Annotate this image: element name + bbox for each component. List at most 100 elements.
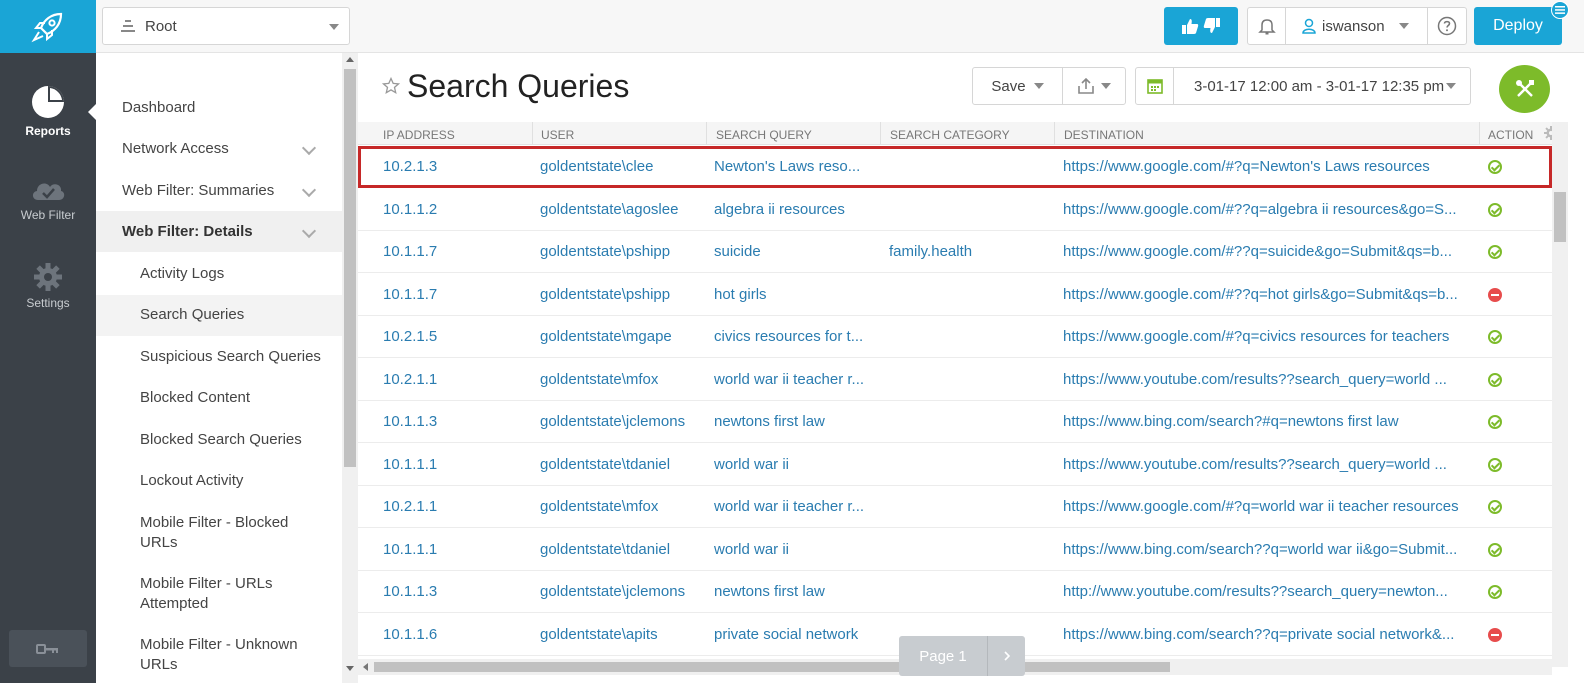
- cell-search-query[interactable]: Newton's Laws reso...: [714, 158, 860, 175]
- cell-destination[interactable]: https://www.google.com/#??q=algebra ii r…: [1063, 201, 1457, 218]
- table-row[interactable]: 10.2.1.3 goldentstate\clee Newton's Laws r…: [358, 146, 1552, 188]
- cell-ip-address[interactable]: 10.1.1.3: [383, 413, 437, 430]
- cell-ip-address[interactable]: 10.1.1.1: [383, 456, 437, 473]
- nav-item-lockout-activity[interactable]: Lockout Activity: [96, 471, 342, 491]
- cell-user[interactable]: goldentstate\mfox: [540, 498, 658, 515]
- rail-item-web-filter[interactable]: Web Filter: [0, 174, 96, 222]
- table-row[interactable]: 10.1.1.1 goldentstate\tdaniel world war ii…: [358, 444, 1552, 486]
- table-row[interactable]: 10.1.1.2 goldentstate\agoslee algebra ii r…: [358, 189, 1552, 231]
- nav-item-network-access[interactable]: Network Access: [96, 128, 342, 169]
- help-button[interactable]: [1428, 8, 1466, 44]
- cell-search-query[interactable]: private social network: [714, 626, 858, 643]
- nav-item-blocked-content[interactable]: Blocked Content: [96, 388, 342, 408]
- feedback-button[interactable]: [1164, 7, 1238, 45]
- column-header-ip[interactable]: IP ADDRESS: [383, 128, 455, 142]
- cell-user[interactable]: goldentstate\jclemons: [540, 583, 685, 600]
- cell-search-query[interactable]: newtons first law: [714, 583, 825, 600]
- cell-search-category[interactable]: family.health: [889, 243, 972, 260]
- cell-search-query[interactable]: hot girls: [714, 286, 767, 303]
- nav-item-activity-logs[interactable]: Activity Logs: [96, 264, 342, 284]
- cell-user[interactable]: goldentstate\mfox: [540, 371, 658, 388]
- cell-destination[interactable]: http://www.youtube.com/results??search_q…: [1063, 583, 1448, 600]
- column-header-search-category[interactable]: SEARCH CATEGORY: [890, 128, 1010, 142]
- table-vertical-scroll-thumb[interactable]: [1554, 192, 1566, 242]
- cell-destination[interactable]: https://www.google.com/#?q=world war ii …: [1063, 498, 1459, 515]
- cell-user[interactable]: goldentstate\pshipp: [540, 243, 670, 260]
- nav-item-suspicious-search-queries[interactable]: Suspicious Search Queries: [96, 347, 342, 367]
- cell-ip-address[interactable]: 10.2.1.5: [383, 328, 437, 345]
- table-row[interactable]: 10.1.1.7 goldentstate\pshipp suicide family…: [358, 231, 1552, 273]
- nav-item-search-queries[interactable]: Search Queries: [96, 295, 342, 336]
- export-button[interactable]: [1063, 68, 1125, 104]
- date-range-value[interactable]: 3-01-17 12:00 am - 3-01-17 12:35 pm: [1174, 78, 1470, 95]
- cell-user[interactable]: goldentstate\tdaniel: [540, 456, 670, 473]
- cell-user[interactable]: goldentstate\agoslee: [540, 201, 678, 218]
- cell-destination[interactable]: https://www.google.com/#??q=suicide&go=S…: [1063, 243, 1452, 260]
- table-row[interactable]: 10.1.1.1 goldentstate\tdaniel world war ii…: [358, 529, 1552, 571]
- calendar-button[interactable]: [1136, 68, 1174, 104]
- table-vertical-scrollbar[interactable]: [1552, 122, 1568, 667]
- scroll-down-icon[interactable]: [346, 666, 354, 671]
- cell-destination[interactable]: https://www.bing.com/search??q=private s…: [1063, 626, 1454, 643]
- cell-search-query[interactable]: world war ii teacher r...: [714, 498, 864, 515]
- license-key-button[interactable]: [9, 630, 87, 667]
- favorite-star-icon[interactable]: [382, 77, 400, 95]
- tools-button[interactable]: [1499, 65, 1550, 113]
- deploy-button[interactable]: Deploy: [1474, 7, 1562, 45]
- cell-ip-address[interactable]: 10.2.1.1: [383, 371, 437, 388]
- nav-item-dashboard[interactable]: Dashboard: [96, 87, 342, 128]
- notifications-button[interactable]: [1248, 8, 1286, 44]
- cell-ip-address[interactable]: 10.1.1.2: [383, 201, 437, 218]
- nav-item-mobile-blocked-urls[interactable]: Mobile Filter - Blocked URLs: [96, 513, 326, 553]
- rail-item-reports[interactable]: Reports: [0, 84, 96, 138]
- save-button[interactable]: Save: [973, 68, 1063, 104]
- cell-user[interactable]: goldentstate\apits: [540, 626, 658, 643]
- next-page-button[interactable]: [987, 636, 1025, 676]
- cell-user[interactable]: goldentstate\pshipp: [540, 286, 670, 303]
- table-row[interactable]: 10.2.1.1 goldentstate\mfox world war ii te…: [358, 486, 1552, 528]
- table-row[interactable]: 10.1.1.7 goldentstate\pshipp hot girls http…: [358, 274, 1552, 316]
- column-header-action[interactable]: ACTION: [1488, 128, 1533, 142]
- nav-item-mobile-unknown-urls[interactable]: Mobile Filter - Unknown URLs: [96, 635, 326, 675]
- nav-item-blocked-search-queries[interactable]: Blocked Search Queries: [96, 430, 342, 450]
- column-header-search-query[interactable]: SEARCH QUERY: [716, 128, 812, 142]
- cell-user[interactable]: goldentstate\tdaniel: [540, 541, 670, 558]
- cell-search-query[interactable]: world war ii: [714, 541, 789, 558]
- nav-item-web-filter-summaries[interactable]: Web Filter: Summaries: [96, 170, 342, 211]
- nav-item-mobile-urls-attempted[interactable]: Mobile Filter - URLs Attempted: [96, 574, 326, 614]
- date-range-picker[interactable]: 3-01-17 12:00 am - 3-01-17 12:35 pm: [1135, 67, 1471, 105]
- cell-ip-address[interactable]: 10.1.1.6: [383, 626, 437, 643]
- table-horizontal-scroll-thumb[interactable]: [374, 662, 1170, 672]
- cell-search-query[interactable]: suicide: [714, 243, 761, 260]
- table-row[interactable]: 10.2.1.5 goldentstate\mgape civics resourc…: [358, 316, 1552, 358]
- cell-destination[interactable]: https://www.google.com/#?q=Newton's Laws…: [1063, 158, 1430, 175]
- rail-item-settings[interactable]: Settings: [0, 262, 96, 310]
- cell-search-query[interactable]: civics resources for t...: [714, 328, 863, 345]
- cell-ip-address[interactable]: 10.1.1.3: [383, 583, 437, 600]
- cell-user[interactable]: goldentstate\mgape: [540, 328, 672, 345]
- cell-search-query[interactable]: world war ii teacher r...: [714, 371, 864, 388]
- user-menu[interactable]: iswanson: [1286, 8, 1428, 44]
- cell-ip-address[interactable]: 10.1.1.7: [383, 243, 437, 260]
- menu-icon[interactable]: [1551, 1, 1569, 19]
- table-row[interactable]: 10.1.1.3 goldentstate\jclemons newtons fir…: [358, 571, 1552, 613]
- cell-ip-address[interactable]: 10.1.1.1: [383, 541, 437, 558]
- cell-ip-address[interactable]: 10.2.1.1: [383, 498, 437, 515]
- cell-search-query[interactable]: world war ii: [714, 456, 789, 473]
- cell-search-query[interactable]: newtons first law: [714, 413, 825, 430]
- scroll-left-icon[interactable]: [363, 663, 368, 671]
- app-logo[interactable]: [0, 0, 96, 53]
- scroll-up-icon[interactable]: [346, 57, 354, 62]
- cell-destination[interactable]: https://www.bing.com/search?#q=newtons f…: [1063, 413, 1399, 430]
- cell-destination[interactable]: https://www.google.com/#??q=hot girls&go…: [1063, 286, 1458, 303]
- cell-destination[interactable]: https://www.youtube.com/results??search_…: [1063, 456, 1447, 473]
- nav-scroll-thumb[interactable]: [344, 69, 356, 467]
- cell-ip-address[interactable]: 10.1.1.7: [383, 286, 437, 303]
- table-row[interactable]: 10.1.1.3 goldentstate\jclemons newtons fir…: [358, 401, 1552, 443]
- cell-destination[interactable]: https://www.youtube.com/results??search_…: [1063, 371, 1447, 388]
- cell-user[interactable]: goldentstate\clee: [540, 158, 653, 175]
- cell-destination[interactable]: https://www.bing.com/search??q=world war…: [1063, 541, 1457, 558]
- cell-destination[interactable]: https://www.google.com/#?q=civics resour…: [1063, 328, 1449, 345]
- nav-item-web-filter-details[interactable]: Web Filter: Details: [96, 211, 342, 252]
- column-header-destination[interactable]: DESTINATION: [1064, 128, 1144, 142]
